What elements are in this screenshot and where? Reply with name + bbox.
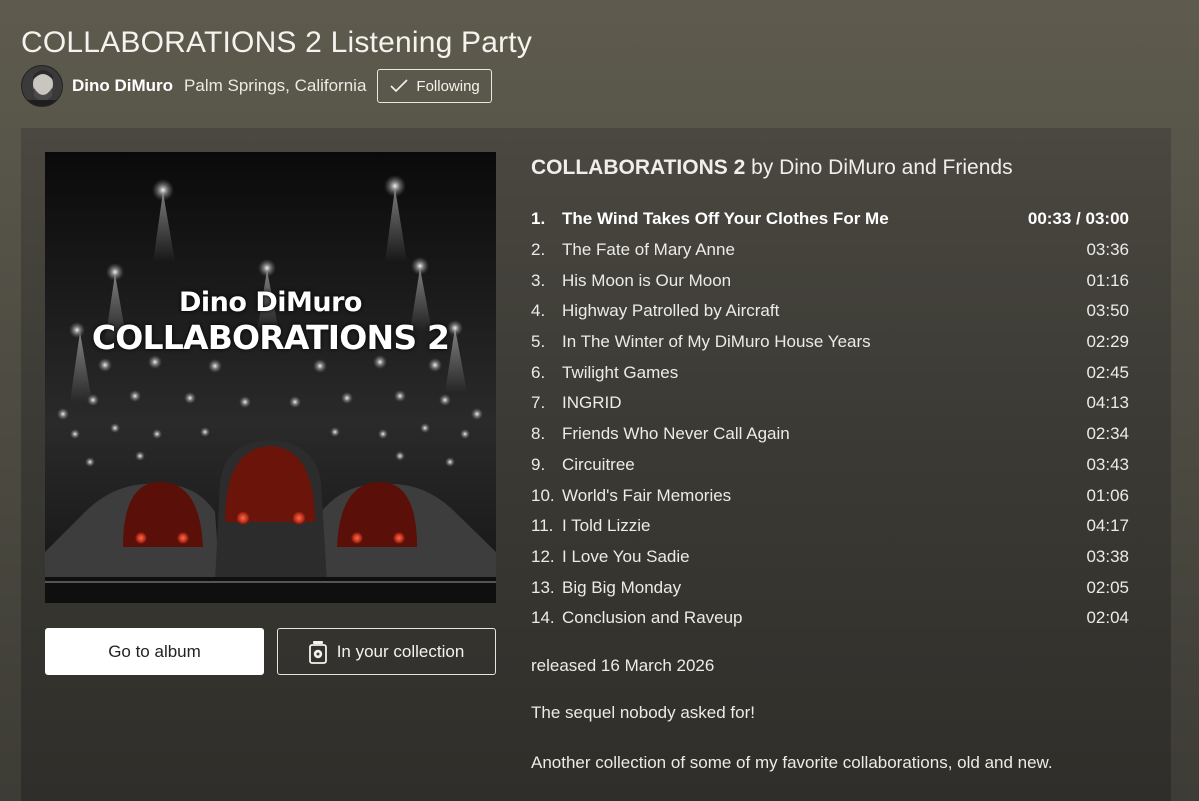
track-duration: 01:16 [1086, 270, 1129, 290]
track-row[interactable]: 6. Twilight Games 02:45 [531, 357, 1129, 388]
track-row[interactable]: 7. INGRID 04:13 [531, 388, 1129, 419]
track-number: 2. [531, 240, 546, 260]
track-list: 1. The Wind Takes Off Your Clothes For Me… [531, 204, 1129, 634]
track-number: 13. [531, 577, 555, 597]
track-row[interactable]: 13. Big Big Monday 02:05 [531, 572, 1129, 603]
in-collection-label: In your collection [336, 641, 465, 661]
track-number: 7. [531, 393, 546, 413]
track-title[interactable]: The Wind Takes Off Your Clothes For Me [562, 209, 1028, 229]
track-row[interactable]: 8. Friends Who Never Call Again 02:34 [531, 419, 1129, 450]
track-duration: 04:13 [1086, 393, 1129, 413]
track-title[interactable]: His Moon is Our Moon [562, 271, 1086, 291]
album-cover[interactable]: Dino DiMuro COLLABORATIONS 2 [45, 152, 496, 603]
listening-party-panel: Dino DiMuro COLLABORATIONS 2 Go to album… [21, 128, 1171, 801]
track-row[interactable]: 9. Circuitree 03:43 [531, 450, 1129, 481]
track-duration: 03:43 [1086, 454, 1129, 474]
page-title: COLLABORATIONS 2 Listening Party [21, 26, 533, 59]
track-title[interactable]: Circuitree [562, 455, 1086, 475]
track-row[interactable]: 11. I Told Lizzie 04:17 [531, 511, 1129, 542]
track-title[interactable]: In The Winter of My DiMuro House Years [562, 332, 1086, 352]
track-number: 9. [531, 454, 546, 474]
artist-location: Palm Springs, California [184, 76, 367, 95]
album-description-2: Another collection of some of my favorit… [531, 753, 1053, 772]
checkmark-icon [390, 79, 408, 93]
album-title: COLLABORATIONS 2 [531, 156, 746, 179]
track-duration: 02:29 [1086, 332, 1129, 352]
cover-album-text: COLLABORATIONS 2 [91, 318, 450, 357]
track-row[interactable]: 2. The Fate of Mary Anne 03:36 [531, 235, 1129, 266]
track-duration: 03:38 [1086, 546, 1129, 566]
avatar[interactable] [21, 65, 63, 107]
track-title[interactable]: Big Big Monday [562, 578, 1086, 598]
track-title[interactable]: INGRID [562, 393, 1086, 413]
track-title[interactable]: Highway Patrolled by Aircraft [562, 301, 1086, 321]
track-number: 6. [531, 362, 546, 382]
track-number: 1. [531, 209, 546, 229]
track-duration: 02:34 [1086, 424, 1129, 444]
track-row[interactable]: 4. Highway Patrolled by Aircraft 03:50 [531, 296, 1129, 327]
track-duration: 04:17 [1086, 516, 1129, 536]
track-duration: 01:06 [1086, 485, 1129, 505]
track-title[interactable]: Conclusion and Raveup [562, 608, 1086, 628]
track-row[interactable]: 12. I Love You Sadie 03:38 [531, 542, 1129, 573]
cover-artist-text: Dino DiMuro [179, 287, 362, 318]
track-duration: 02:45 [1086, 362, 1129, 382]
album-description-1: The sequel nobody asked for! [531, 703, 755, 722]
track-title[interactable]: The Fate of Mary Anne [562, 240, 1086, 260]
track-number: 10. [531, 485, 555, 505]
artist-name-link[interactable]: Dino DiMuro [72, 76, 173, 96]
track-row[interactable]: 5. In The Winter of My DiMuro House Years… [531, 327, 1129, 358]
track-row[interactable]: 3. His Moon is Our Moon 01:16 [531, 265, 1129, 296]
track-number: 8. [531, 424, 546, 444]
track-number: 12. [531, 546, 555, 566]
track-title[interactable]: World's Fair Memories [562, 486, 1086, 506]
track-title[interactable]: Friends Who Never Call Again [562, 424, 1086, 444]
track-duration: 00:33 / 03:00 [1027, 209, 1129, 229]
track-number: 14. [531, 608, 555, 628]
track-title[interactable]: I Told Lizzie [562, 516, 1086, 536]
track-number: 5. [531, 332, 546, 352]
track-number: 4. [531, 301, 546, 321]
track-duration: 03:36 [1086, 240, 1129, 260]
track-row[interactable]: 14. Conclusion and Raveup 02:04 [531, 603, 1129, 634]
track-row[interactable]: 1. The Wind Takes Off Your Clothes For Me… [531, 204, 1129, 235]
track-number: 3. [531, 270, 546, 290]
track-row[interactable]: 10. World's Fair Memories 01:06 [531, 480, 1129, 511]
track-title[interactable]: I Love You Sadie [562, 547, 1086, 567]
track-duration: 03:50 [1086, 301, 1129, 321]
release-date: released 16 March 2026 [531, 656, 715, 675]
artist-row: Dino DiMuro Palm Springs, California Fol… [21, 65, 492, 107]
album-heading: COLLABORATIONS 2 by Dino DiMuro and Frie… [531, 156, 1013, 180]
collection-icon [308, 640, 327, 664]
in-collection-button[interactable]: In your collection [277, 628, 496, 675]
track-duration: 02:04 [1086, 608, 1129, 628]
following-button[interactable]: Following [377, 69, 492, 103]
track-number: 11. [531, 516, 554, 536]
following-label: Following [416, 77, 480, 95]
album-by: by Dino DiMuro and Friends [751, 156, 1013, 179]
go-to-album-button[interactable]: Go to album [45, 628, 264, 675]
track-title[interactable]: Twilight Games [562, 363, 1086, 383]
track-duration: 02:05 [1086, 577, 1129, 597]
